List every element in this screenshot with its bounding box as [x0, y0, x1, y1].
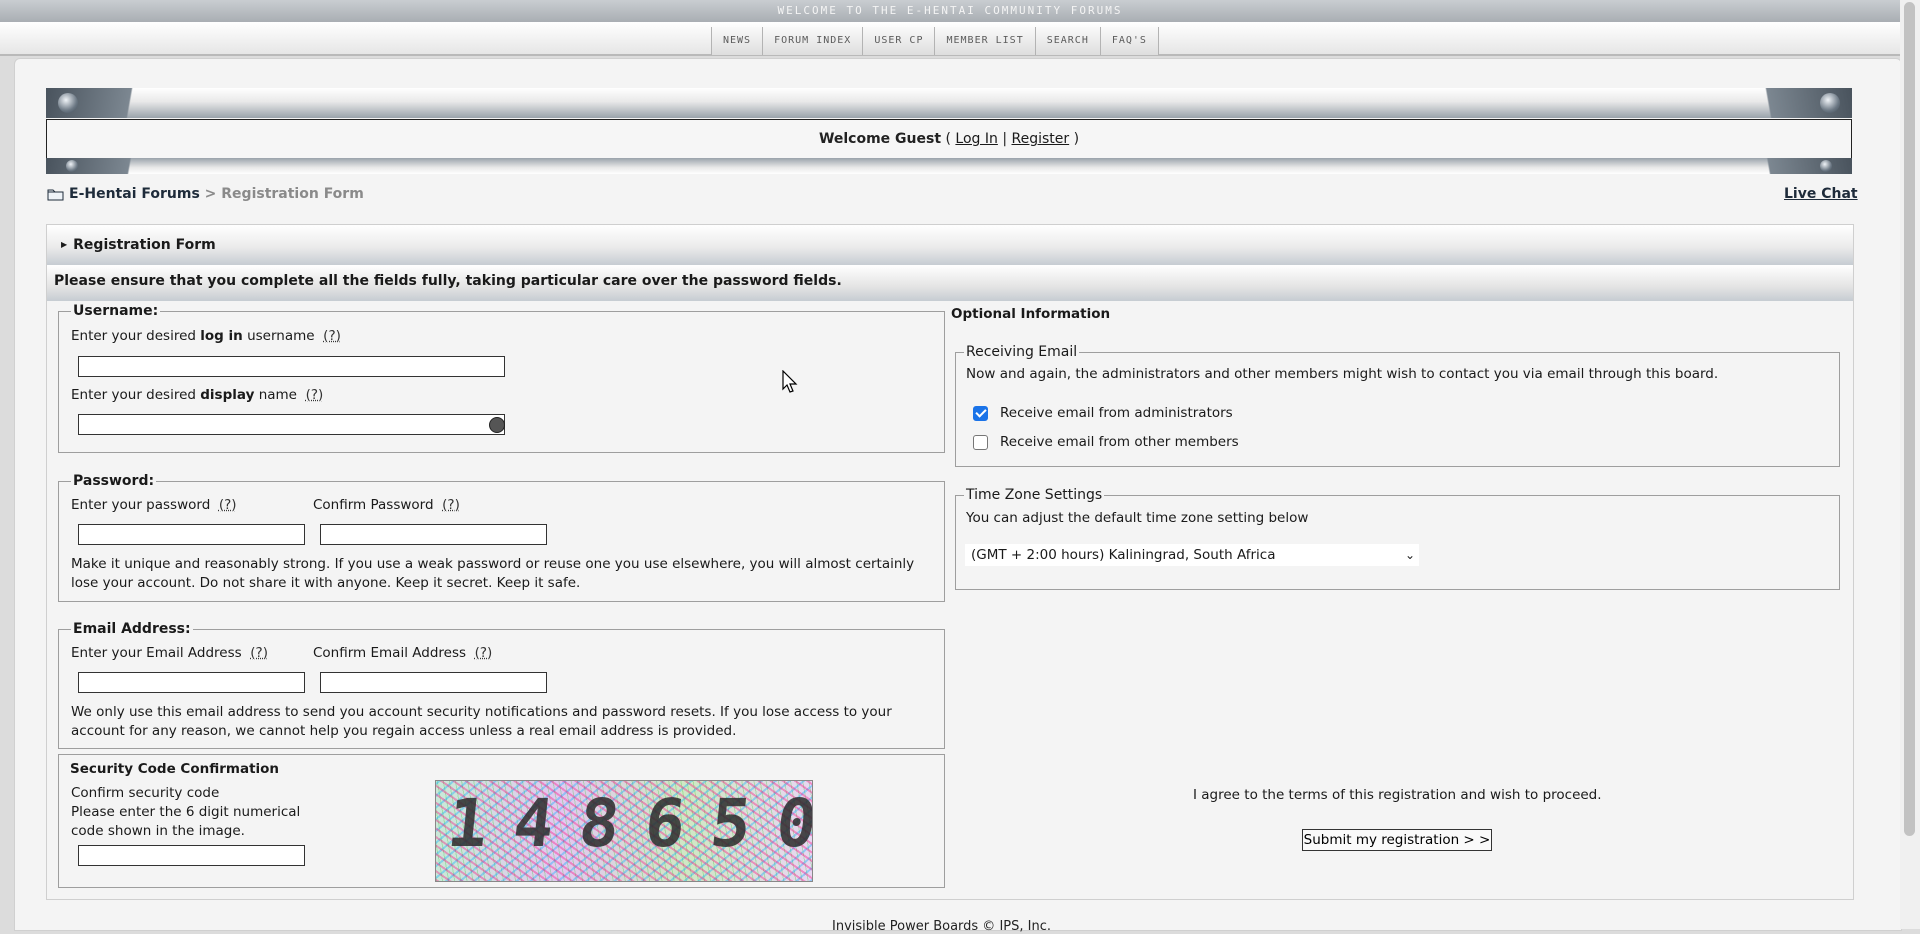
footer-copyright: Invisible Power Boards © IPS, Inc. [832, 919, 1051, 934]
security-code-input[interactable] [78, 845, 305, 866]
login-link[interactable]: Log In [955, 131, 997, 147]
admin-email-checkbox[interactable] [973, 406, 988, 421]
receiving-email-text: Now and again, the administrators and ot… [966, 366, 1719, 382]
members-email-checkbox[interactable] [973, 435, 988, 450]
label-text: Confirm Password [313, 497, 434, 513]
welcome-text: Welcome Guest [818, 131, 942, 147]
timezone-fieldset: Time Zone Settings [955, 487, 1840, 590]
label-text: Enter your desired [71, 387, 196, 403]
confirm-email-input[interactable] [320, 672, 547, 693]
admin-email-label: Receive email from administrators [1000, 405, 1233, 421]
email-legend: Email Address: [73, 621, 191, 637]
chevron-down-icon: ⌄ [1404, 548, 1415, 562]
breadcrumb: E-Hentai Forums > Registration Form [47, 186, 364, 202]
username-legend: Username: [73, 303, 159, 319]
security-line: code shown in the image. [71, 823, 245, 839]
captcha-digits: 148650 [443, 785, 813, 862]
live-chat-link[interactable]: Live Chat [1784, 186, 1858, 202]
members-email-label: Receive email from other members [1000, 434, 1239, 450]
form-header: ▶ Registration Form [47, 225, 1853, 265]
form-title: Registration Form [73, 237, 216, 253]
email-label: Enter your Email Address (?) [71, 645, 268, 661]
nav-faqs[interactable]: FAQ'S [1100, 27, 1159, 55]
userbar-bottom-chrome [46, 158, 1852, 174]
label-bold: display [200, 387, 255, 403]
confirm-email-label: Confirm Email Address (?) [313, 645, 492, 661]
nav-search[interactable]: SEARCH [1035, 27, 1101, 55]
security-line: Confirm security code [71, 785, 220, 801]
nav-member-list[interactable]: MEMBER LIST [935, 27, 1036, 55]
display-name-label: Enter your desired display name (?) [71, 387, 323, 403]
password-legend: Password: [73, 473, 155, 489]
password-manager-icon[interactable] [489, 417, 505, 433]
security-legend: Security Code Confirmation [70, 761, 280, 777]
breadcrumb-separator: > [204, 186, 217, 202]
bolt-icon [58, 93, 78, 113]
timezone-text: You can adjust the default time zone set… [966, 510, 1309, 526]
paren-open: ( [945, 131, 951, 147]
folder-icon [47, 187, 64, 201]
bolt-icon [66, 160, 78, 172]
help-link[interactable]: (?) [442, 497, 460, 513]
help-link[interactable]: (?) [250, 645, 268, 661]
display-name-input[interactable] [78, 414, 505, 435]
label-bold: log in [200, 328, 243, 344]
optional-heading: Optional Information [951, 306, 1111, 322]
register-link[interactable]: Register [1012, 131, 1070, 147]
login-username-input[interactable] [78, 356, 505, 377]
label-text: Enter your password [71, 497, 211, 513]
mouse-cursor-icon [782, 370, 798, 393]
label-text: name [258, 387, 297, 403]
login-username-label: Enter your desired log in username (?) [71, 328, 341, 344]
password-input[interactable] [78, 524, 305, 545]
security-line: Please enter the 6 digit numerical [71, 804, 301, 820]
help-link[interactable]: (?) [219, 497, 237, 513]
label-text: Enter your Email Address [71, 645, 242, 661]
collapse-arrow-icon[interactable]: ▶ [61, 225, 67, 265]
userbar: Welcome Guest ( Log In | Register ) [46, 119, 1852, 159]
userbar-top-chrome [46, 88, 1852, 118]
receiving-email-legend: Receiving Email [966, 344, 1078, 360]
nav-forum-index[interactable]: FORUM INDEX [763, 27, 864, 55]
label-text: username [247, 328, 315, 344]
help-link[interactable]: (?) [306, 387, 324, 403]
nav-news[interactable]: NEWS [712, 27, 764, 55]
bolt-icon [1820, 160, 1832, 172]
email-input[interactable] [78, 672, 305, 693]
confirm-password-input[interactable] [320, 524, 547, 545]
security-help-text: Confirm security code Please enter the 6… [71, 784, 300, 841]
agree-text: I agree to the terms of this registratio… [1193, 787, 1602, 803]
banner-text: WELCOME TO THE E-HENTAI COMMUNITY FORUMS [777, 4, 1123, 17]
help-link[interactable]: (?) [323, 328, 341, 344]
timezone-legend: Time Zone Settings [966, 487, 1103, 503]
scrollbar-thumb[interactable] [1904, 2, 1915, 836]
timezone-selected-value: (GMT + 2:00 hours) Kaliningrad, South Af… [971, 547, 1276, 563]
breadcrumb-current: Registration Form [221, 186, 364, 202]
timezone-select[interactable]: (GMT + 2:00 hours) Kaliningrad, South Af… [965, 544, 1419, 566]
confirm-password-label: Confirm Password (?) [313, 497, 460, 513]
captcha-image: 148650 [435, 780, 813, 882]
email-help-text: We only use this email address to send y… [71, 704, 892, 739]
site-banner: WELCOME TO THE E-HENTAI COMMUNITY FORUMS [0, 0, 1900, 22]
password-label: Enter your password (?) [71, 497, 237, 513]
label-text: Confirm Email Address [313, 645, 467, 661]
scrollbar[interactable] [1900, 0, 1920, 929]
password-help-text: Make it unique and reasonably strong. If… [71, 556, 915, 591]
main-nav: NEWS FORUM INDEX USER CP MEMBER LIST SEA… [711, 27, 1159, 55]
nav-user-cp[interactable]: USER CP [863, 27, 936, 55]
breadcrumb-forum-link[interactable]: E-Hentai Forums [69, 186, 200, 202]
separator: | [1002, 131, 1008, 147]
label-text: Enter your desired [71, 328, 196, 344]
bolt-icon [1820, 93, 1840, 113]
help-link[interactable]: (?) [475, 645, 493, 661]
form-notice: Please ensure that you complete all the … [47, 265, 1853, 301]
submit-registration-button[interactable]: Submit my registration > > [1302, 829, 1492, 851]
paren-close: ) [1073, 131, 1080, 147]
